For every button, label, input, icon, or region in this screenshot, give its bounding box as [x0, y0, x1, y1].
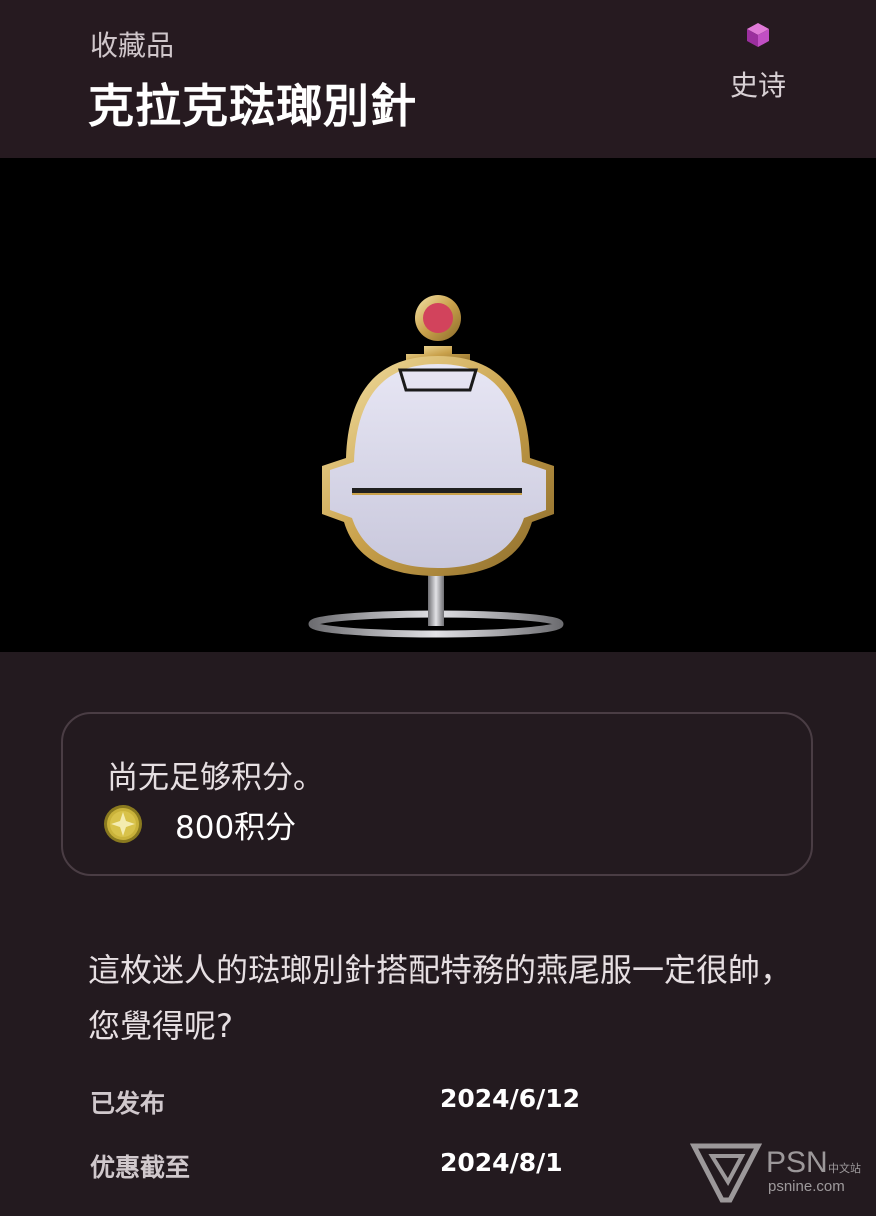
item-category: 收藏品	[90, 29, 175, 62]
item-title: 克拉克琺瑯別針	[88, 79, 417, 133]
item-image	[0, 158, 876, 652]
rarity-badge: 史诗	[728, 22, 788, 104]
enamel-pin-image	[308, 295, 564, 638]
watermark-site: psnine.com	[768, 1178, 845, 1195]
points-coin-icon	[104, 805, 142, 843]
item-description: 這枚迷人的琺瑯別針搭配特務的燕尾服一定很帥，您覺得呢?	[88, 951, 793, 1045]
psnine-logo-icon	[690, 1143, 762, 1203]
released-label: 已发布	[90, 1089, 166, 1118]
points-card: 尚无足够积分。 800积分	[61, 712, 813, 876]
watermark-sub: 中文站	[828, 1163, 861, 1175]
offer-end-label: 优惠截至	[90, 1153, 191, 1182]
watermark-brand: PSN	[766, 1146, 828, 1179]
rarity-label: 史诗	[729, 69, 786, 102]
psnine-watermark: PSN 中文站 psnine.com	[690, 1142, 870, 1206]
points-value: 800积分	[175, 809, 297, 846]
item-header: 收藏品 克拉克琺瑯別針 史诗	[0, 0, 876, 158]
offer-end-value: 2024/8/1	[440, 1148, 563, 1177]
released-value: 2024/6/12	[440, 1084, 581, 1113]
points-status: 尚无足够积分。	[107, 760, 324, 796]
rarity-cube-icon	[747, 23, 769, 47]
points-row: 800积分	[103, 802, 296, 846]
